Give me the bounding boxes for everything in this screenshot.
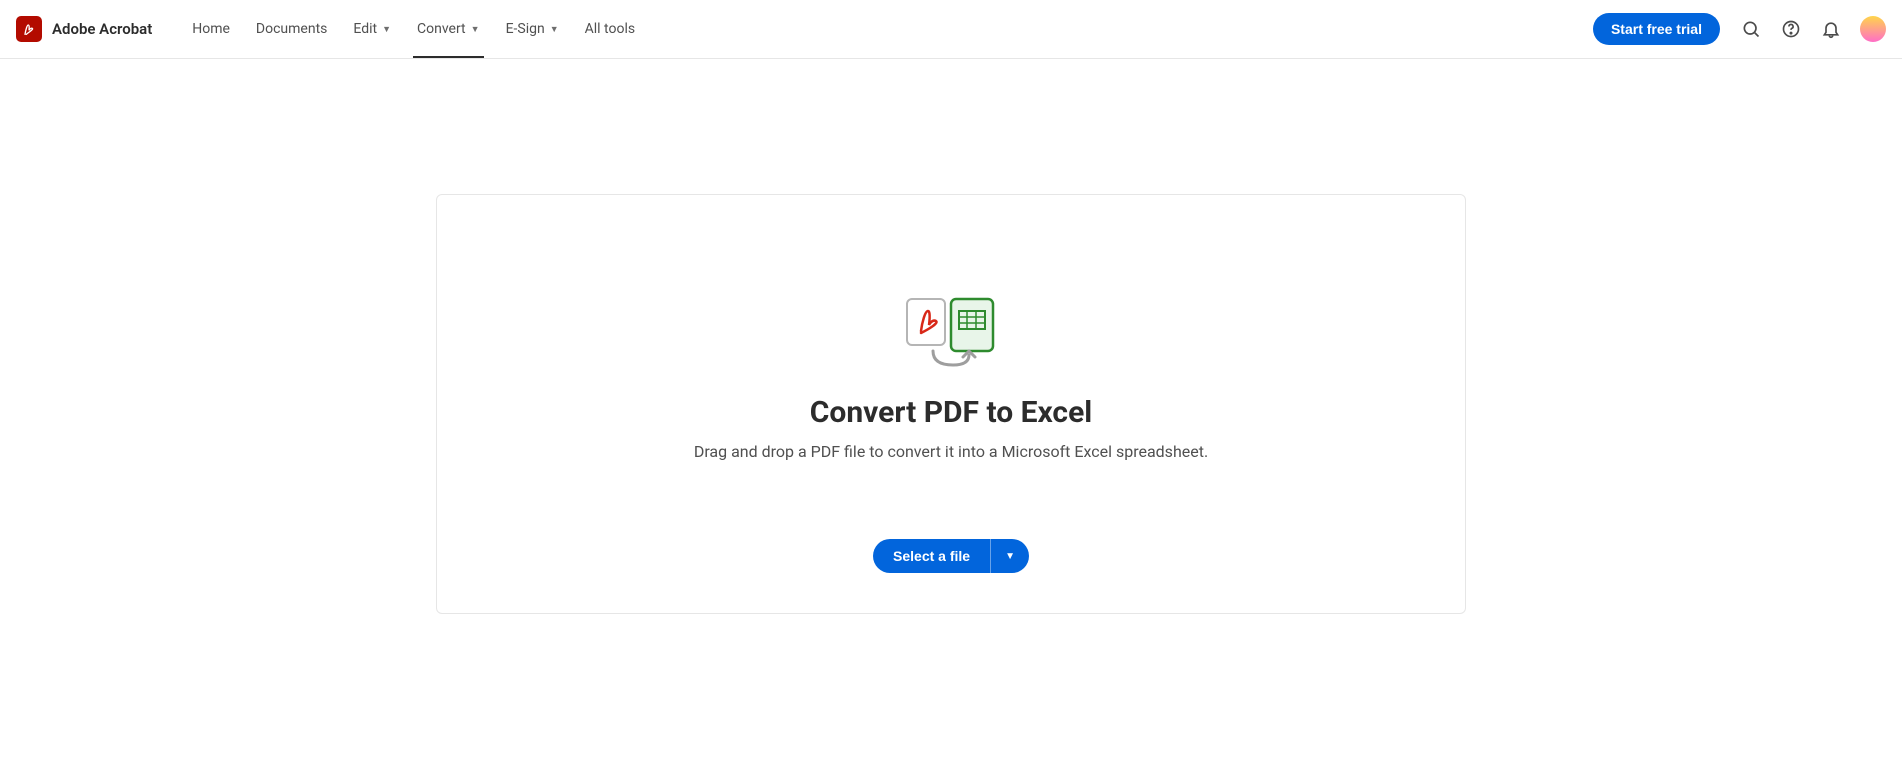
- chevron-down-icon: ▼: [1005, 551, 1015, 562]
- nav-esign-label: E-Sign: [506, 21, 545, 37]
- nav-home[interactable]: Home: [192, 0, 230, 58]
- search-icon[interactable]: [1740, 18, 1762, 40]
- nav-documents[interactable]: Documents: [256, 0, 327, 58]
- avatar[interactable]: [1860, 16, 1886, 42]
- start-trial-button[interactable]: Start free trial: [1593, 13, 1720, 45]
- dropzone-card[interactable]: Convert PDF to Excel Drag and drop a PDF…: [436, 194, 1466, 614]
- header: Adobe Acrobat Home Documents Edit ▼ Conv…: [0, 0, 1902, 59]
- select-file-button[interactable]: Select a file: [873, 539, 990, 573]
- nav-esign[interactable]: E-Sign ▼: [506, 0, 559, 58]
- nav-alltools-label: All tools: [585, 21, 635, 37]
- acrobat-logo-icon: [16, 16, 42, 42]
- nav-home-label: Home: [192, 21, 230, 37]
- chevron-down-icon: ▼: [471, 24, 480, 35]
- nav-edit[interactable]: Edit ▼: [353, 0, 391, 58]
- notifications-icon[interactable]: [1820, 18, 1842, 40]
- chevron-down-icon: ▼: [382, 24, 391, 35]
- nav-convert-label: Convert: [417, 21, 466, 37]
- nav-convert[interactable]: Convert ▼: [417, 0, 480, 58]
- select-file-dropdown-button[interactable]: ▼: [990, 539, 1029, 573]
- pdf-to-excel-icon: [903, 295, 999, 377]
- chevron-down-icon: ▼: [550, 24, 559, 35]
- main-content: Convert PDF to Excel Drag and drop a PDF…: [0, 59, 1902, 614]
- page-title: Convert PDF to Excel: [810, 395, 1092, 430]
- header-actions: [1740, 16, 1886, 42]
- select-file-group: Select a file ▼: [873, 539, 1029, 573]
- nav-all-tools[interactable]: All tools: [585, 0, 635, 58]
- nav-documents-label: Documents: [256, 21, 327, 37]
- help-icon[interactable]: [1780, 18, 1802, 40]
- nav-edit-label: Edit: [353, 21, 377, 37]
- brand[interactable]: Adobe Acrobat: [16, 16, 152, 42]
- main-nav: Home Documents Edit ▼ Convert ▼ E-Sign ▼…: [192, 0, 635, 58]
- brand-name: Adobe Acrobat: [52, 20, 152, 38]
- page-subtitle: Drag and drop a PDF file to convert it i…: [694, 442, 1208, 461]
